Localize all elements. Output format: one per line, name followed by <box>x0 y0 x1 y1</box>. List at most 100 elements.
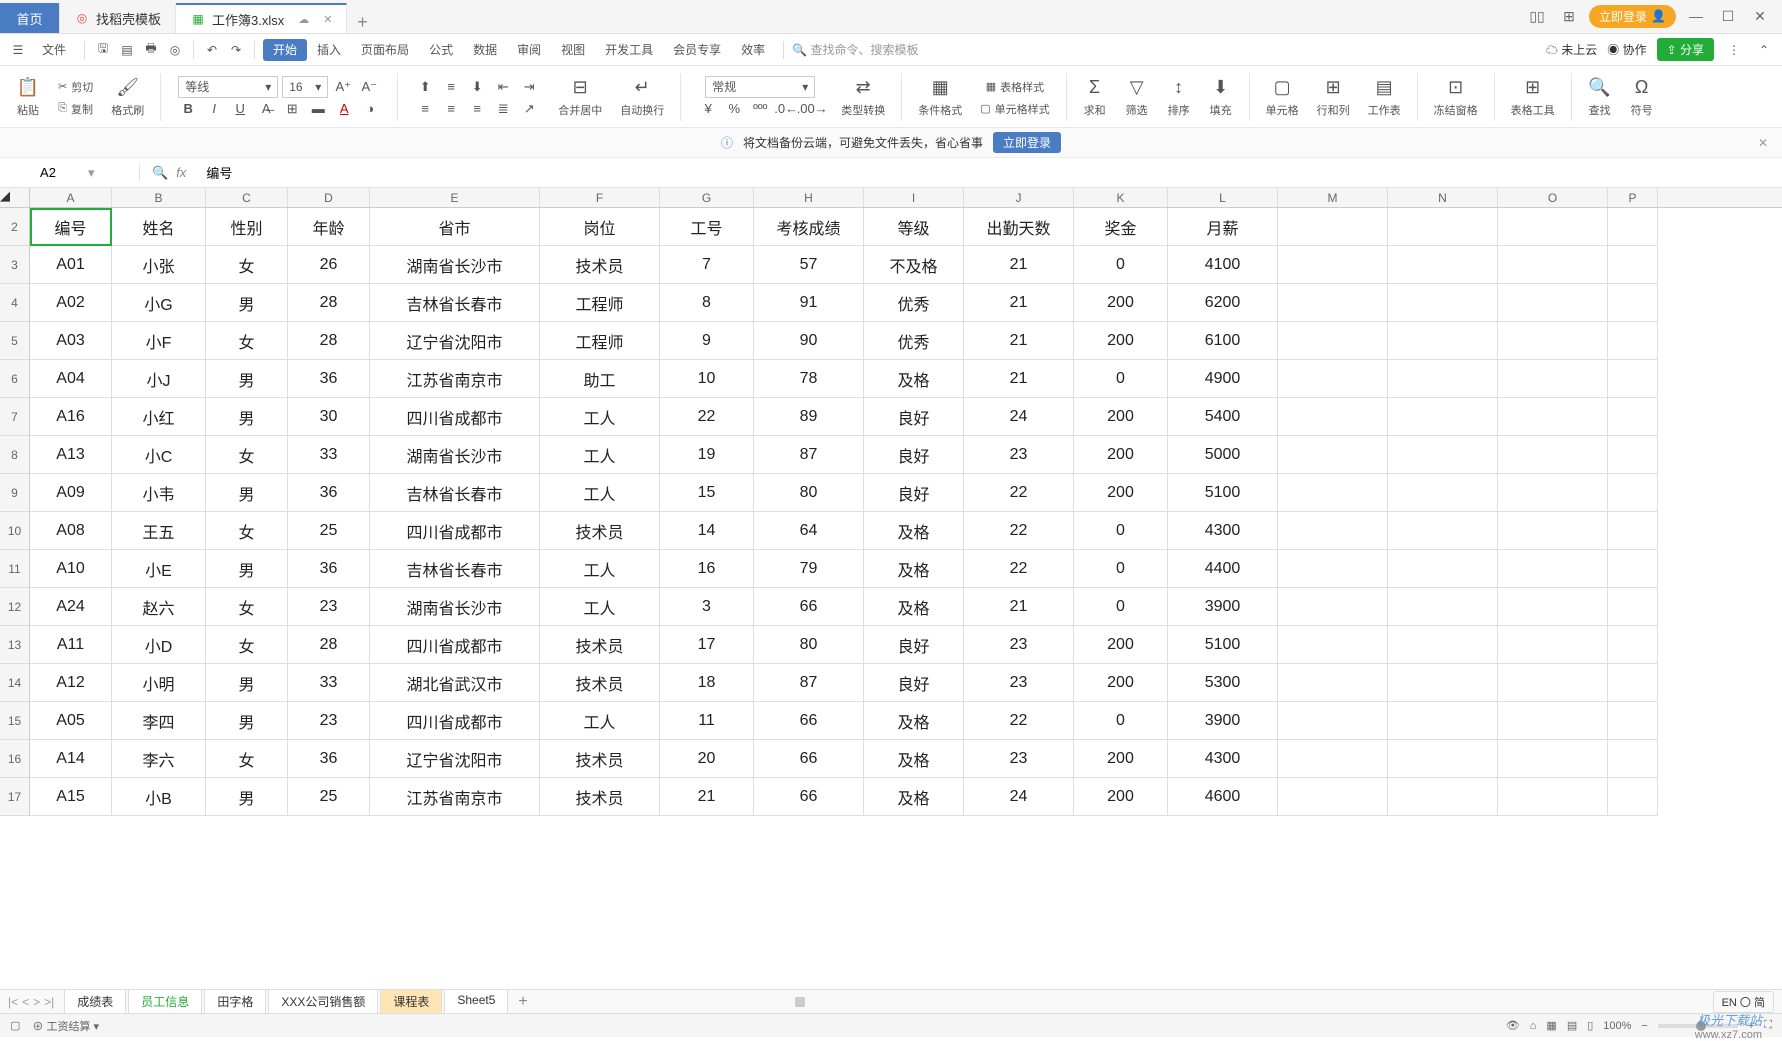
cell[interactable]: 奖金 <box>1074 208 1168 246</box>
cell[interactable]: 20 <box>660 740 754 778</box>
col-header-D[interactable]: D <box>288 188 370 207</box>
cell[interactable]: 200 <box>1074 626 1168 664</box>
cell[interactable]: 33 <box>288 436 370 474</box>
cell[interactable]: 66 <box>754 778 864 816</box>
italic-button[interactable]: I <box>203 98 225 120</box>
sheet-tab-2[interactable]: 田字格 <box>204 989 266 1015</box>
cell[interactable] <box>1608 436 1658 474</box>
cell[interactable]: 4600 <box>1168 778 1278 816</box>
cell[interactable]: A03 <box>30 322 112 360</box>
row-header[interactable]: 4 <box>0 284 30 322</box>
cell[interactable]: 女 <box>206 436 288 474</box>
cell[interactable] <box>1278 740 1388 778</box>
menu-file[interactable]: 文件 <box>32 37 76 62</box>
cell[interactable]: 女 <box>206 246 288 284</box>
cell[interactable]: 等级 <box>864 208 964 246</box>
cell[interactable]: 小红 <box>112 398 206 436</box>
cell[interactable]: 四川省成都市 <box>370 398 540 436</box>
cell[interactable]: 7 <box>660 246 754 284</box>
cell[interactable] <box>1498 246 1608 284</box>
cell[interactable]: A13 <box>30 436 112 474</box>
cell[interactable]: 4100 <box>1168 246 1278 284</box>
hamburger-icon[interactable]: ☰ <box>8 40 28 60</box>
cell[interactable] <box>1498 702 1608 740</box>
comma-icon[interactable]: ººº <box>749 98 771 120</box>
cell[interactable]: 女 <box>206 322 288 360</box>
cell[interactable]: 江苏省南京市 <box>370 778 540 816</box>
menutab-7[interactable]: 开发工具 <box>595 39 663 61</box>
cell[interactable]: 工程师 <box>540 322 660 360</box>
name-box-input[interactable] <box>8 165 88 180</box>
cell[interactable] <box>1498 436 1608 474</box>
cell[interactable]: 女 <box>206 588 288 626</box>
sheet-tab-3[interactable]: XXX公司销售额 <box>268 989 378 1015</box>
cell[interactable]: 21 <box>964 246 1074 284</box>
cell[interactable]: 21 <box>964 284 1074 322</box>
cell[interactable]: 22 <box>964 550 1074 588</box>
undo-icon[interactable]: ↶ <box>202 40 222 60</box>
sheet-tab-1[interactable]: 员工信息 <box>128 989 202 1015</box>
cell[interactable]: 四川省成都市 <box>370 626 540 664</box>
cell[interactable]: A11 <box>30 626 112 664</box>
cell[interactable] <box>1498 512 1608 550</box>
cell[interactable]: 0 <box>1074 588 1168 626</box>
cell[interactable]: 4300 <box>1168 512 1278 550</box>
font-color-button[interactable]: A <box>333 98 355 120</box>
cell[interactable] <box>1278 284 1388 322</box>
cell[interactable] <box>1278 474 1388 512</box>
cell[interactable]: 36 <box>288 740 370 778</box>
name-box[interactable]: ▾ <box>0 165 140 181</box>
menutab-9[interactable]: 效率 <box>731 39 775 61</box>
cell[interactable]: 小明 <box>112 664 206 702</box>
cell[interactable]: 0 <box>1074 550 1168 588</box>
cell[interactable]: 28 <box>288 626 370 664</box>
cell[interactable] <box>1388 512 1498 550</box>
sheet-prev-icon[interactable]: < <box>22 995 29 1009</box>
cell[interactable]: 22 <box>964 474 1074 512</box>
cell[interactable]: 小J <box>112 360 206 398</box>
cell[interactable]: 男 <box>206 778 288 816</box>
cell[interactable]: 小F <box>112 322 206 360</box>
cell[interactable]: 辽宁省沈阳市 <box>370 740 540 778</box>
row-header[interactable]: 15 <box>0 702 30 740</box>
cell[interactable]: 技术员 <box>540 512 660 550</box>
cell[interactable]: 5100 <box>1168 626 1278 664</box>
status-home-icon[interactable]: ⌂ <box>1530 1020 1537 1032</box>
cell[interactable] <box>1498 664 1608 702</box>
cell[interactable]: 工人 <box>540 436 660 474</box>
sum-button[interactable]: Σ求和 <box>1077 74 1113 120</box>
cell[interactable]: 22 <box>964 512 1074 550</box>
strike-button[interactable]: A̶ <box>255 98 277 120</box>
align-right-icon[interactable]: ≡ <box>466 98 488 120</box>
cell[interactable]: 21 <box>660 778 754 816</box>
cell[interactable]: 技术员 <box>540 778 660 816</box>
dec-inc-icon[interactable]: .0← <box>775 98 797 120</box>
row-header[interactable]: 12 <box>0 588 30 626</box>
cell[interactable]: 200 <box>1074 740 1168 778</box>
row-header[interactable]: 10 <box>0 512 30 550</box>
cell[interactable]: 22 <box>964 702 1074 740</box>
cell[interactable]: 工号 <box>660 208 754 246</box>
col-header-P[interactable]: P <box>1608 188 1658 207</box>
cell[interactable]: 23 <box>964 436 1074 474</box>
sheet-tab-5[interactable]: Sheet5 <box>444 989 508 1015</box>
cell[interactable]: 姓名 <box>112 208 206 246</box>
cell[interactable]: A16 <box>30 398 112 436</box>
cell[interactable]: 57 <box>754 246 864 284</box>
cell[interactable]: A09 <box>30 474 112 512</box>
cell[interactable] <box>1388 208 1498 246</box>
cell[interactable]: A02 <box>30 284 112 322</box>
cell[interactable]: 女 <box>206 740 288 778</box>
col-header-K[interactable]: K <box>1074 188 1168 207</box>
share-button[interactable]: ⇪ 分享 <box>1657 38 1714 61</box>
cell[interactable]: 23 <box>288 702 370 740</box>
cell[interactable]: 男 <box>206 664 288 702</box>
cell[interactable]: 湖北省武汉市 <box>370 664 540 702</box>
justify-icon[interactable]: ≣ <box>492 98 514 120</box>
symbol-button[interactable]: Ω符号 <box>1624 74 1660 120</box>
row-header[interactable]: 3 <box>0 246 30 284</box>
view-page-icon[interactable]: ▤ <box>1567 1019 1577 1032</box>
col-header-A[interactable]: A <box>30 188 112 207</box>
cell[interactable]: 66 <box>754 702 864 740</box>
row-header[interactable]: 9 <box>0 474 30 512</box>
